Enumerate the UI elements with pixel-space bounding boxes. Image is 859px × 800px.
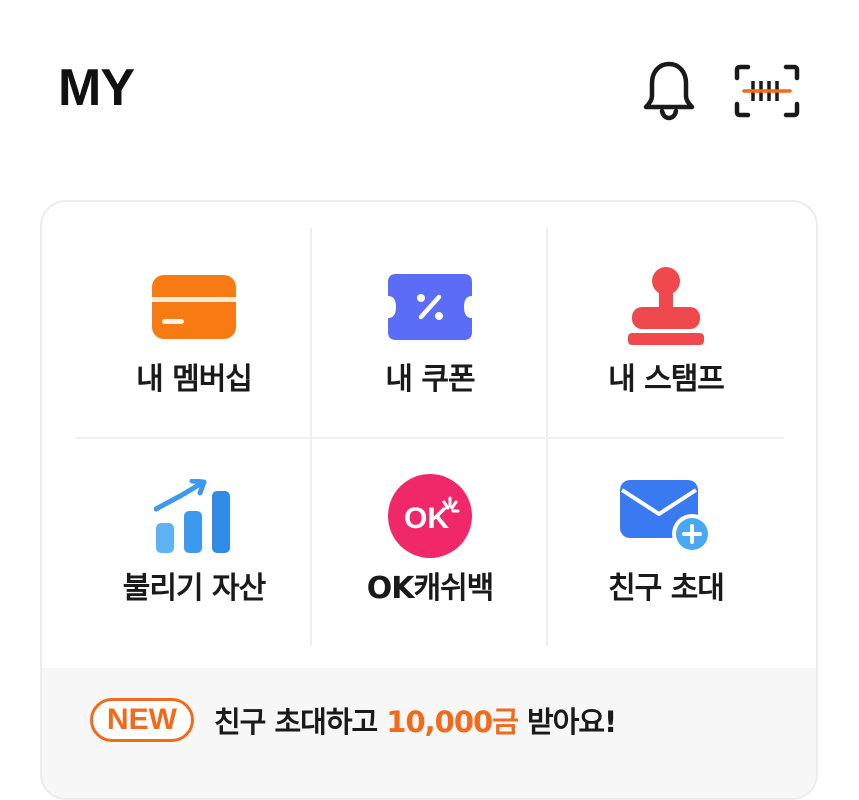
new-badge: NEW [90, 698, 194, 742]
menu-item-stamp[interactable]: 내 스탬프 [548, 228, 784, 437]
menu-item-label: 내 쿠폰 [385, 362, 475, 397]
menu-item-savings-assets[interactable]: 불리기 자산 [76, 437, 312, 646]
menu-item-invite-friends[interactable]: 친구 초대 [548, 437, 784, 646]
menu-item-membership[interactable]: 내 멤버십 [76, 228, 312, 437]
invite-promo-banner[interactable]: NEW 친구 초대하고 10,000금 받아요! [42, 668, 816, 798]
notifications-button[interactable] [636, 58, 702, 124]
invite-envelope-icon [618, 471, 714, 561]
menu-item-coupon[interactable]: 내 쿠폰 [312, 228, 548, 437]
promo-content: NEW 친구 초대하고 10,000금 받아요! [90, 698, 617, 742]
menu-item-label: 친구 초대 [608, 571, 725, 606]
stamp-icon [618, 262, 714, 352]
bell-icon [643, 61, 695, 121]
menu-item-label: OK캐쉬백 [366, 571, 495, 606]
menu-item-label: 불리기 자산 [122, 571, 266, 606]
promo-text: 친구 초대하고 10,000금 받아요! [214, 699, 617, 741]
promo-text-before: 친구 초대하고 [214, 705, 387, 739]
promo-amount: 10,000금 [386, 705, 519, 739]
promo-text-after: 받아요! [517, 705, 617, 739]
membership-card-icon [146, 262, 242, 352]
menu-item-label: 내 스탬프 [608, 362, 725, 397]
barcode-scan-button[interactable] [734, 58, 800, 124]
grid-divider [76, 437, 784, 439]
menu-item-ok-cashbag[interactable]: OK OK캐쉬백 [312, 437, 548, 646]
svg-text:OK: OK [404, 502, 449, 535]
menu-item-label: 내 멤버십 [136, 362, 253, 397]
growth-chart-icon [146, 471, 242, 561]
page-title: MY [58, 59, 135, 117]
coupon-ticket-icon [382, 262, 478, 352]
menu-grid: 내 멤버십 내 쿠폰 내 스탬프 불리기 자산 OK OK캐쉬백 친구 초대 [76, 228, 784, 646]
barcode-scan-icon [734, 64, 800, 118]
my-menu-card: 내 멤버십 내 쿠폰 내 스탬프 불리기 자산 OK OK캐쉬백 친구 초대 N… [40, 200, 818, 800]
ok-cashbag-icon: OK [382, 471, 478, 561]
header: MY [0, 0, 859, 180]
